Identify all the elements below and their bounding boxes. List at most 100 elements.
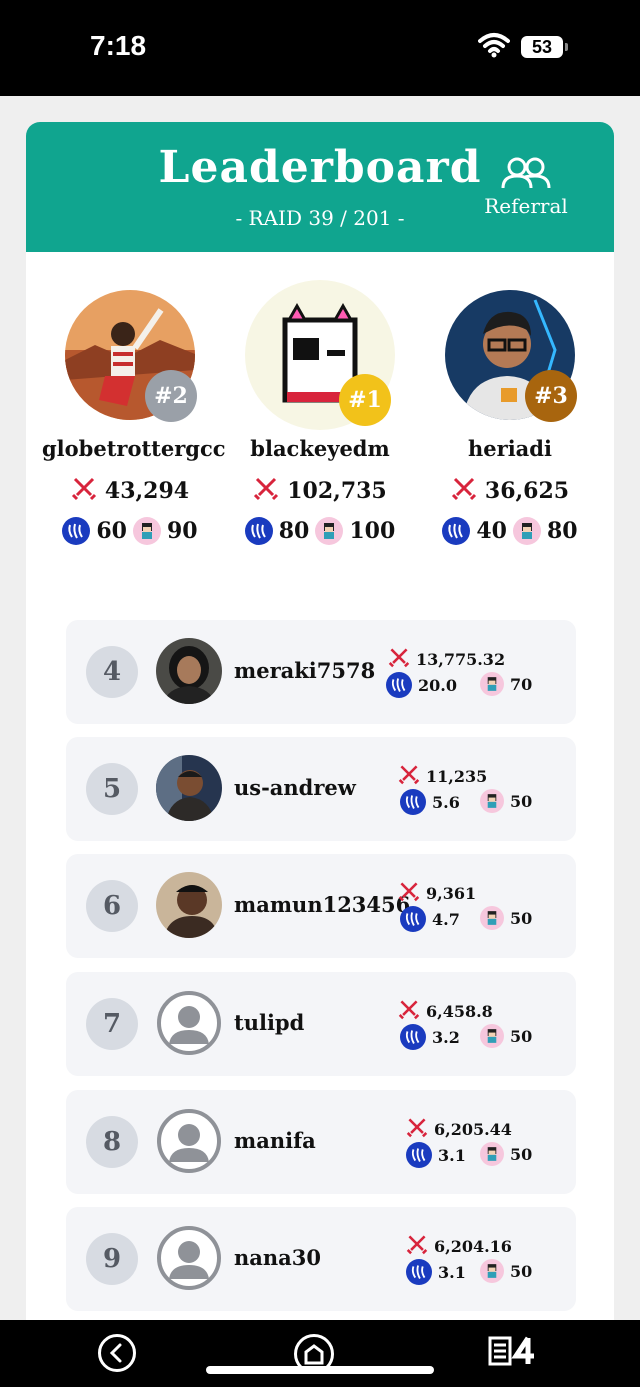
buddy-value: 80: [547, 518, 578, 544]
steem-icon: [406, 1259, 432, 1285]
steem-value: 40: [476, 518, 507, 544]
podium-score: 36,625: [422, 475, 598, 507]
score-value: 102,735: [287, 478, 387, 504]
score-value: 36,625: [484, 478, 570, 504]
row-score: 11,235: [398, 763, 487, 789]
status-bar: 7:18 53: [0, 0, 640, 96]
avatar-placeholder-icon: [156, 1108, 222, 1174]
avatar: #1: [245, 280, 395, 430]
score-value: 6,458.8: [426, 1001, 493, 1021]
steem-icon: [244, 517, 273, 545]
leaderboard-row[interactable]: 5 us-andrew 11,235 5.6 50: [66, 737, 576, 841]
steem-icon: [406, 1142, 432, 1168]
referral-icon: [500, 157, 552, 194]
rank-number: 4: [86, 646, 138, 698]
steem-icon: [400, 789, 426, 815]
buddy-value: 70: [510, 674, 533, 694]
username: tulipd: [234, 1010, 305, 1035]
row-buddy: 50: [480, 1142, 532, 1166]
avatar: #3: [445, 290, 577, 422]
row-score: 6,205.44: [406, 1116, 512, 1142]
steem-icon: [442, 517, 471, 545]
leaderboard-row[interactable]: 7 tulipd 6,458.8 3.2 50: [66, 972, 576, 1076]
row-score: 6,204.16: [406, 1233, 512, 1259]
steem-value: 5.6: [432, 792, 460, 812]
buddy-icon: [480, 672, 504, 696]
steem-value: 20.0: [418, 675, 457, 695]
rank-number: 5: [86, 763, 138, 815]
rank-number: 7: [86, 998, 138, 1050]
buddy-value: 50: [510, 791, 533, 811]
buddy-icon: [480, 1259, 504, 1283]
score-value: 9,361: [426, 883, 477, 903]
row-steem: 20.0: [386, 672, 457, 698]
home-indicator[interactable]: [206, 1366, 434, 1374]
score-value: 13,775.32: [416, 649, 506, 669]
row-buddy: 50: [480, 1024, 532, 1048]
buddy-icon: [315, 517, 344, 545]
row-buddy: 50: [480, 906, 532, 930]
rank-number: 6: [86, 880, 138, 932]
row-score: 13,775.32: [388, 646, 505, 672]
leaderboard-row[interactable]: 9 nana30 6,204.16 3.1 50: [66, 1207, 576, 1311]
score-value: 43,294: [104, 478, 190, 504]
bottom-nav-bar: [0, 1320, 640, 1387]
rank-number: 9: [86, 1233, 138, 1285]
row-buddy: 70: [480, 672, 532, 696]
wifi-icon: [478, 32, 510, 62]
leaderboard-card: Leaderboard - RAID 39 / 201 - Referral #…: [26, 122, 614, 1352]
steem-icon: [386, 672, 412, 698]
row-steem: 3.2: [400, 1024, 460, 1050]
battery-indicator: 53: [521, 36, 568, 58]
back-icon[interactable]: [98, 1334, 136, 1372]
row-score: 9,361: [398, 880, 476, 906]
buddy-icon: [480, 789, 504, 813]
steem-value: 3.2: [432, 1027, 460, 1047]
podium-score: 43,294: [42, 475, 218, 507]
row-buddy: 50: [480, 1259, 532, 1283]
leaderboard-row[interactable]: 6 mamun123456 9,361 4.7 50: [66, 854, 576, 958]
leaderboard-row[interactable]: 8 manifa 6,205.44 3.1 50: [66, 1090, 576, 1194]
buddy-value: 90: [167, 518, 198, 544]
avatar: #2: [65, 290, 197, 422]
buddy-value: 50: [510, 1026, 533, 1046]
buddy-value: 50: [510, 908, 533, 928]
referral-button[interactable]: Referral: [478, 156, 574, 218]
podium-first[interactable]: #1 blackeyedm 102,735 80 100: [232, 280, 408, 545]
podium-second[interactable]: #2 globetrottergcc 43,294 60 90: [42, 290, 226, 545]
steem-value: 80: [278, 518, 310, 544]
buddy-icon: [480, 1142, 504, 1166]
tabs-icon[interactable]: [488, 1334, 544, 1377]
avatar: [156, 755, 222, 821]
avatar: [156, 638, 222, 704]
row-score: 6,458.8: [398, 998, 493, 1024]
podium-name: heriadi: [468, 436, 552, 461]
username: mamun123456: [234, 892, 411, 917]
steem-value: 60: [96, 518, 127, 544]
username: us-andrew: [234, 775, 356, 800]
sword-icon: [388, 646, 410, 672]
steem-value: 3.1: [438, 1262, 466, 1282]
buddy-value: 100: [349, 518, 396, 544]
steem-value: 3.1: [438, 1145, 466, 1165]
buddy-icon: [513, 517, 541, 545]
sword-icon: [398, 763, 420, 789]
steem-icon: [400, 906, 426, 932]
sword-icon: [406, 1116, 428, 1142]
row-steem: 3.1: [406, 1142, 466, 1168]
steem-icon: [400, 1024, 426, 1050]
podium-stats: 40 80: [422, 517, 598, 545]
rank-badge: #1: [339, 374, 391, 426]
username: meraki7578: [234, 658, 376, 683]
podium-stats: 80 100: [232, 517, 408, 545]
referral-label: Referral: [484, 194, 568, 218]
rank-badge: #2: [145, 370, 197, 422]
podium-third[interactable]: #3 heriadi 36,625 40 80: [422, 290, 598, 545]
username: manifa: [234, 1128, 316, 1153]
sword-icon: [398, 998, 420, 1024]
row-steem: 5.6: [400, 789, 460, 815]
sword-icon: [406, 1233, 428, 1259]
podium-stats: 60 90: [42, 517, 218, 545]
leaderboard-row[interactable]: 4 meraki7578 13,775.32 20.0 70: [66, 620, 576, 724]
username: nana30: [234, 1245, 321, 1270]
